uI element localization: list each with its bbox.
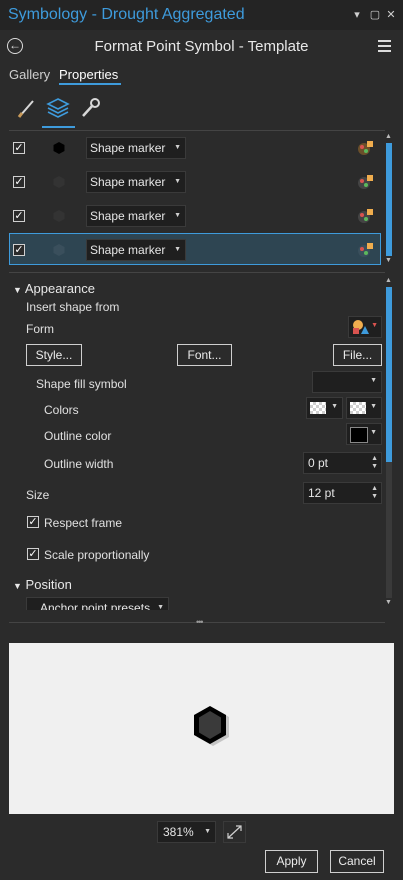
layer-checkbox[interactable]: ✓ <box>13 176 25 188</box>
chevron-down-icon: ▼ <box>13 285 22 295</box>
anchor-presets-dropdown[interactable]: Anchor point presets ▼ <box>26 597 169 610</box>
form-label: Form <box>26 322 54 336</box>
layer-checkbox[interactable]: ✓ <box>13 142 25 154</box>
menu-icon[interactable] <box>378 40 391 52</box>
outline-color-label: Outline color <box>44 429 112 443</box>
maximize-icon[interactable]: ▢ <box>369 8 381 21</box>
scroll-down-icon[interactable]: ▼ <box>385 599 392 606</box>
active-tab-indicator <box>59 83 121 85</box>
properties-scrollbar-thumb[interactable] <box>386 287 392 462</box>
chevron-down-icon: ▼ <box>13 581 22 591</box>
symbol-lock-icon[interactable] <box>356 207 374 228</box>
dropdown-icon[interactable]: ▾ <box>351 8 363 21</box>
layer-type-dropdown[interactable]: Shape marker ▼ <box>86 239 186 261</box>
tab-gallery[interactable]: Gallery <box>9 67 50 82</box>
panel-title: Format Point Symbol - Template <box>94 38 309 55</box>
style-button[interactable]: Style... <box>26 344 82 366</box>
hexagon-marker-icon <box>52 141 66 155</box>
layer-type-dropdown[interactable]: Shape marker ▼ <box>86 171 186 193</box>
symbol-lock-icon[interactable] <box>356 241 374 262</box>
hexagon-marker-icon <box>52 209 66 223</box>
hexagon-marker-icon <box>52 175 66 189</box>
appearance-section-header[interactable]: ▼ Appearance <box>13 281 95 296</box>
splitter-grip-icon[interactable]: ••• <box>196 617 204 627</box>
respect-frame-checkbox[interactable]: ✓ <box>27 516 39 528</box>
file-button[interactable]: File... <box>333 344 382 366</box>
divider <box>9 130 385 131</box>
layers-icon[interactable] <box>45 96 71 120</box>
anchor-presets-dropdown-clip: Anchor point presets ▼ <box>26 597 169 610</box>
divider <box>9 272 385 273</box>
font-button[interactable]: Font... <box>177 344 232 366</box>
position-section-header[interactable]: ▼ Position <box>13 577 72 592</box>
insert-shape-from-label: Insert shape from <box>26 300 120 314</box>
outline-width-spinner[interactable]: 0 pt ▲ ▼ <box>303 452 382 474</box>
outline-color-picker[interactable]: ▼ <box>346 423 382 445</box>
transparent-swatch <box>350 402 366 414</box>
colors-label: Colors <box>44 403 79 417</box>
shape-fill-symbol-label: Shape fill symbol <box>36 377 127 391</box>
tab-properties[interactable]: Properties <box>59 67 118 82</box>
apply-button[interactable]: Apply <box>265 850 318 873</box>
zoom-dropdown[interactable]: 381% ▼ <box>157 821 216 843</box>
close-icon[interactable]: ✕ <box>385 8 397 21</box>
wrench-icon[interactable] <box>79 97 101 119</box>
scroll-down-icon[interactable]: ▼ <box>385 257 392 264</box>
layer-checkbox[interactable]: ✓ <box>13 210 25 222</box>
symbol-lock-icon[interactable] <box>356 173 374 194</box>
color-picker-2[interactable]: ▼ <box>346 397 382 419</box>
layer-type-dropdown[interactable]: Shape marker ▼ <box>86 137 186 159</box>
size-label: Size <box>26 488 50 502</box>
fit-to-extent-button[interactable] <box>223 821 246 843</box>
layer-checkbox[interactable]: ✓ <box>13 244 25 256</box>
layer-type-dropdown[interactable]: Shape marker ▼ <box>86 205 186 227</box>
scroll-up-icon[interactable]: ▲ <box>385 277 392 284</box>
respect-frame-label: Respect frame <box>44 516 123 530</box>
hexagon-preview-icon <box>194 706 229 746</box>
cancel-button[interactable]: Cancel <box>330 850 384 873</box>
size-spinner[interactable]: 12 pt ▲ ▼ <box>303 482 382 504</box>
layers-scrollbar-thumb[interactable] <box>386 143 392 256</box>
transparent-swatch <box>310 402 326 414</box>
black-swatch <box>350 427 368 443</box>
hexagon-marker-icon <box>52 243 66 257</box>
symbol-lock-icon[interactable] <box>356 139 374 160</box>
outline-width-label: Outline width <box>44 457 114 471</box>
form-picker-button[interactable]: ▼ <box>348 316 382 338</box>
active-subtab-indicator <box>42 126 75 128</box>
paintbrush-icon[interactable] <box>16 97 38 119</box>
window-title: Symbology - Drought Aggregated <box>8 6 245 23</box>
shape-fill-symbol-dropdown[interactable]: ▼ <box>312 371 382 393</box>
scroll-up-icon[interactable]: ▲ <box>385 133 392 140</box>
scale-proportionally-label: Scale proportionally <box>44 548 150 562</box>
color-picker-1[interactable]: ▼ <box>306 397 343 419</box>
scale-proportionally-checkbox[interactable]: ✓ <box>27 548 39 560</box>
fit-extent-icon <box>227 825 242 839</box>
symbol-preview-canvas <box>9 643 394 814</box>
